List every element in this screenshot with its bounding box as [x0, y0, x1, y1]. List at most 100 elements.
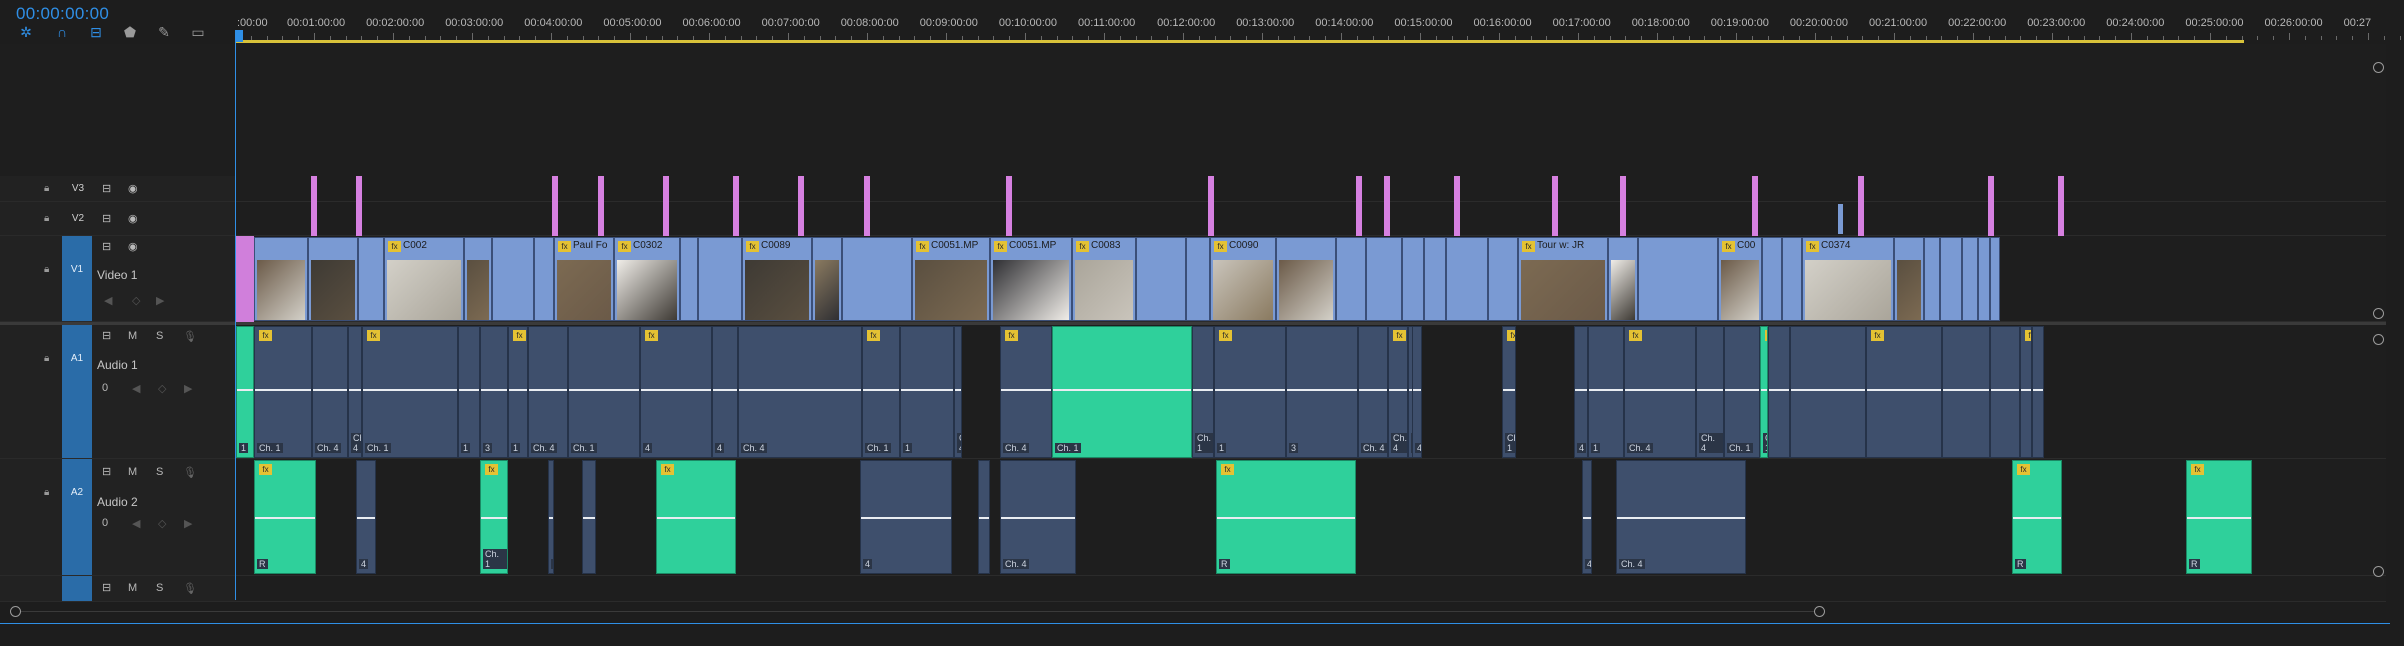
video-clip[interactable]: fx C0302: [614, 237, 680, 321]
sync-lock-icon[interactable]: ⊟: [102, 329, 111, 342]
volume-keyframe-line[interactable]: [1287, 389, 1357, 391]
audio-clip[interactable]: Ch. 4 fx: [1388, 326, 1408, 458]
fx-badge[interactable]: fx: [2017, 464, 2030, 475]
volume-keyframe-line[interactable]: [363, 389, 457, 391]
video-clip[interactable]: fx C0374: [1802, 237, 1894, 321]
sequence-marker[interactable]: [1752, 176, 1758, 202]
video-clip[interactable]: [1276, 237, 1336, 321]
fx-badge[interactable]: fx: [2025, 330, 2031, 341]
fx-badge[interactable]: fx: [1005, 330, 1018, 341]
audio-clip[interactable]: 4: [1412, 326, 1422, 458]
audio-clip[interactable]: Ch. 1 fx: [862, 326, 900, 458]
keyframe-icon[interactable]: ◇: [158, 382, 166, 395]
sync-lock-icon[interactable]: ⊟: [102, 182, 111, 195]
audio-clip[interactable]: 4: [1574, 326, 1588, 458]
sequence-marker[interactable]: [1356, 202, 1362, 236]
audio-clip[interactable]: Ch. 1 fx: [480, 460, 508, 574]
volume-keyframe-line[interactable]: [357, 517, 375, 519]
audio-clip[interactable]: [582, 460, 596, 574]
lock-icon[interactable]: 🔒︎: [44, 353, 49, 364]
playhead-handle[interactable]: [235, 30, 243, 42]
track-label-v3[interactable]: V3: [62, 176, 94, 201]
video-clip[interactable]: [1336, 237, 1366, 321]
sequence-marker[interactable]: [1552, 176, 1558, 202]
track-label-v1[interactable]: V1: [62, 236, 92, 321]
vertical-zoom-handle[interactable]: [2373, 308, 2384, 319]
fx-badge[interactable]: fx: [2191, 464, 2204, 475]
fx-badge[interactable]: fx: [994, 241, 1007, 252]
volume-keyframe-line[interactable]: [979, 517, 989, 519]
next-keyframe-icon[interactable]: ▶: [156, 294, 164, 307]
volume-keyframe-line[interactable]: [1217, 517, 1355, 519]
microphone-icon[interactable]: 🎙︎: [183, 582, 197, 595]
fx-badge[interactable]: fx: [867, 330, 880, 341]
sequence-marker[interactable]: [798, 176, 804, 202]
fx-badge[interactable]: fx: [1219, 330, 1232, 341]
volume-keyframe-line[interactable]: [1001, 389, 1051, 391]
fx-badge[interactable]: fx: [513, 330, 526, 341]
track-label-a3[interactable]: [62, 576, 92, 601]
fx-badge[interactable]: fx: [1629, 330, 1642, 341]
audio-clip[interactable]: 1 fx: [508, 326, 528, 458]
fx-badge[interactable]: fx: [485, 464, 498, 475]
playhead-timecode[interactable]: 00:00:00:00: [16, 4, 109, 24]
volume-keyframe-line[interactable]: [1991, 389, 2019, 391]
audio-clip[interactable]: Ch. 1 fx: [254, 326, 312, 458]
linked-selection-icon[interactable]: ∩: [54, 24, 70, 40]
track-lane-v3[interactable]: [236, 176, 2386, 202]
sequence-marker[interactable]: [1552, 202, 1558, 236]
sequence-marker[interactable]: [1858, 176, 1864, 202]
volume-keyframe-line[interactable]: [1001, 517, 1075, 519]
audio-clip[interactable]: Rfx: [2186, 460, 2252, 574]
sync-lock-icon[interactable]: ⊟: [102, 581, 111, 594]
sequence-marker[interactable]: [1620, 176, 1626, 202]
sequence-marker[interactable]: [864, 176, 870, 202]
track-label-a1[interactable]: A1: [62, 325, 92, 458]
sequence-marker[interactable]: [598, 202, 604, 236]
lock-icon[interactable]: 🔒︎: [44, 213, 49, 224]
video-clip[interactable]: [1446, 237, 1488, 321]
fx-badge[interactable]: fx: [1522, 241, 1535, 252]
mute-button[interactable]: M: [128, 330, 137, 342]
fx-badge[interactable]: fx: [645, 330, 658, 341]
video-clip[interactable]: [1186, 237, 1210, 321]
video-clip[interactable]: [1608, 237, 1638, 321]
volume-keyframe-line[interactable]: [459, 389, 479, 391]
audio-clip[interactable]: fx: [2020, 326, 2032, 458]
add-marker-icon[interactable]: ⊟: [88, 24, 104, 40]
sequence-marker[interactable]: [311, 202, 317, 236]
sequence-marker[interactable]: [1454, 176, 1460, 202]
audio-clip[interactable]: 3: [1286, 326, 1358, 458]
video-clip[interactable]: fx C0051.MP: [990, 237, 1072, 321]
video-clip[interactable]: [492, 237, 534, 321]
volume-keyframe-line[interactable]: [1053, 389, 1191, 391]
marker-icon[interactable]: ⬟: [122, 24, 138, 40]
video-clip[interactable]: [698, 237, 742, 321]
audio-clip[interactable]: Ch. 4: [738, 326, 862, 458]
clip-fragment[interactable]: [1838, 204, 1843, 234]
audio-clip[interactable]: [2032, 326, 2044, 458]
volume-keyframe-line[interactable]: [2013, 517, 2061, 519]
volume-keyframe-line[interactable]: [509, 389, 527, 391]
fx-badge[interactable]: fx: [259, 464, 272, 475]
track-volume-a2[interactable]: 0: [102, 517, 108, 529]
sequence-marker[interactable]: [1208, 202, 1214, 236]
audio-clip[interactable]: Ch. 4: [1358, 326, 1388, 458]
prev-keyframe-icon[interactable]: ◀: [132, 382, 140, 395]
video-clip[interactable]: [1782, 237, 1802, 321]
video-clip[interactable]: fx Paul Fo: [554, 237, 614, 321]
video-clip[interactable]: [1366, 237, 1402, 321]
sequence-marker[interactable]: [1356, 176, 1362, 202]
video-clip[interactable]: [1924, 237, 1940, 321]
volume-keyframe-line[interactable]: [739, 389, 861, 391]
audio-clip[interactable]: [978, 460, 990, 574]
mute-button[interactable]: M: [128, 466, 137, 478]
volume-keyframe-line[interactable]: [1943, 389, 1989, 391]
eye-icon[interactable]: ◉: [128, 212, 138, 225]
video-clip[interactable]: [1990, 237, 2000, 321]
volume-keyframe-line[interactable]: [955, 389, 961, 391]
audio-clip[interactable]: Ch. 4: [954, 326, 962, 458]
sequence-marker[interactable]: [663, 202, 669, 236]
video-clip[interactable]: [842, 237, 912, 321]
captions-icon[interactable]: ▭: [190, 24, 206, 40]
